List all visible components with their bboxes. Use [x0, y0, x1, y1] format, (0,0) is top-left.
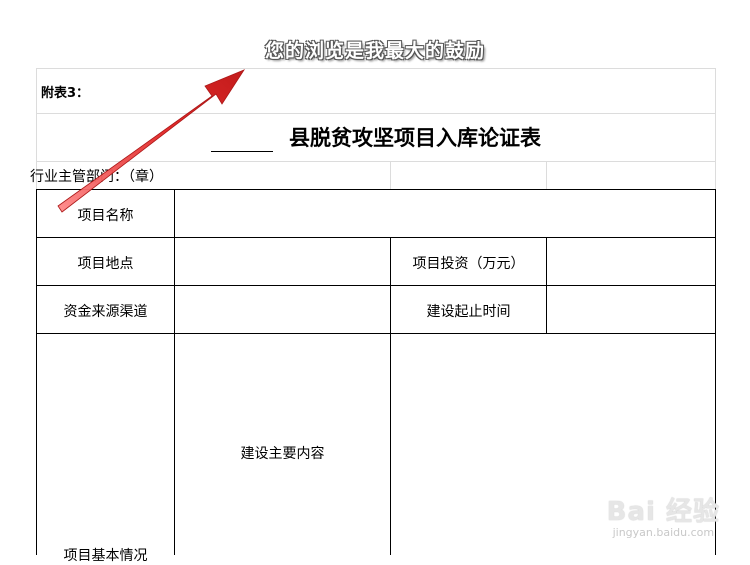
watermark-logo: Bai 经验 [606, 497, 720, 527]
red-arrow-icon [57, 69, 246, 213]
watermark-url: jingyan.baidu.com [612, 526, 715, 539]
watermark: Bai 经验 jingyan.baidu.com [607, 491, 720, 539]
